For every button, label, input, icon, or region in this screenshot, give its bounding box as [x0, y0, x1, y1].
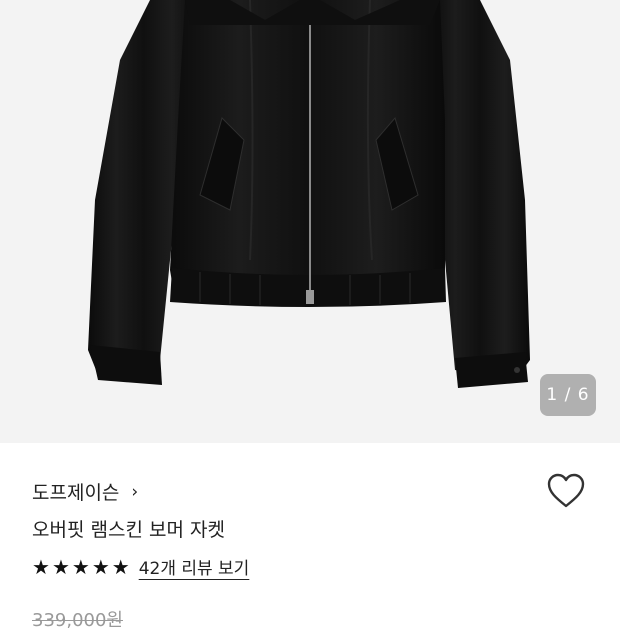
star-filled-icon: ★ — [91, 554, 110, 579]
star-filled-icon: ★ — [111, 554, 130, 579]
product-title: 오버핏 램스킨 보머 자켓 — [32, 519, 225, 541]
rating-row: ★ ★ ★ ★ ★ 42개 리뷰 보기 — [32, 554, 250, 580]
reviews-link[interactable]: 42개 리뷰 보기 — [139, 554, 250, 579]
star-filled-icon: ★ — [51, 554, 70, 579]
brand-link[interactable]: 도프제이슨 › — [32, 478, 138, 505]
jacket-image — [88, 0, 530, 388]
chevron-right-icon: › — [131, 481, 139, 502]
brand-name: 도프제이슨 — [32, 482, 120, 504]
product-image-gallery[interactable]: 1 / 6 — [0, 0, 620, 443]
product-info-panel: 도프제이슨 › 오버핏 램스킨 보머 자켓 ★ ★ ★ ★ ★ 42개 리뷰 보… — [0, 443, 620, 631]
rating-stars: ★ ★ ★ ★ ★ — [32, 557, 130, 577]
star-filled-icon: ★ — [71, 554, 90, 579]
star-filled-icon: ★ — [32, 554, 50, 579]
image-counter-badge: 1 / 6 — [540, 374, 596, 416]
heart-outline-icon[interactable] — [546, 473, 590, 513]
original-price: 339,000원 — [32, 610, 123, 631]
